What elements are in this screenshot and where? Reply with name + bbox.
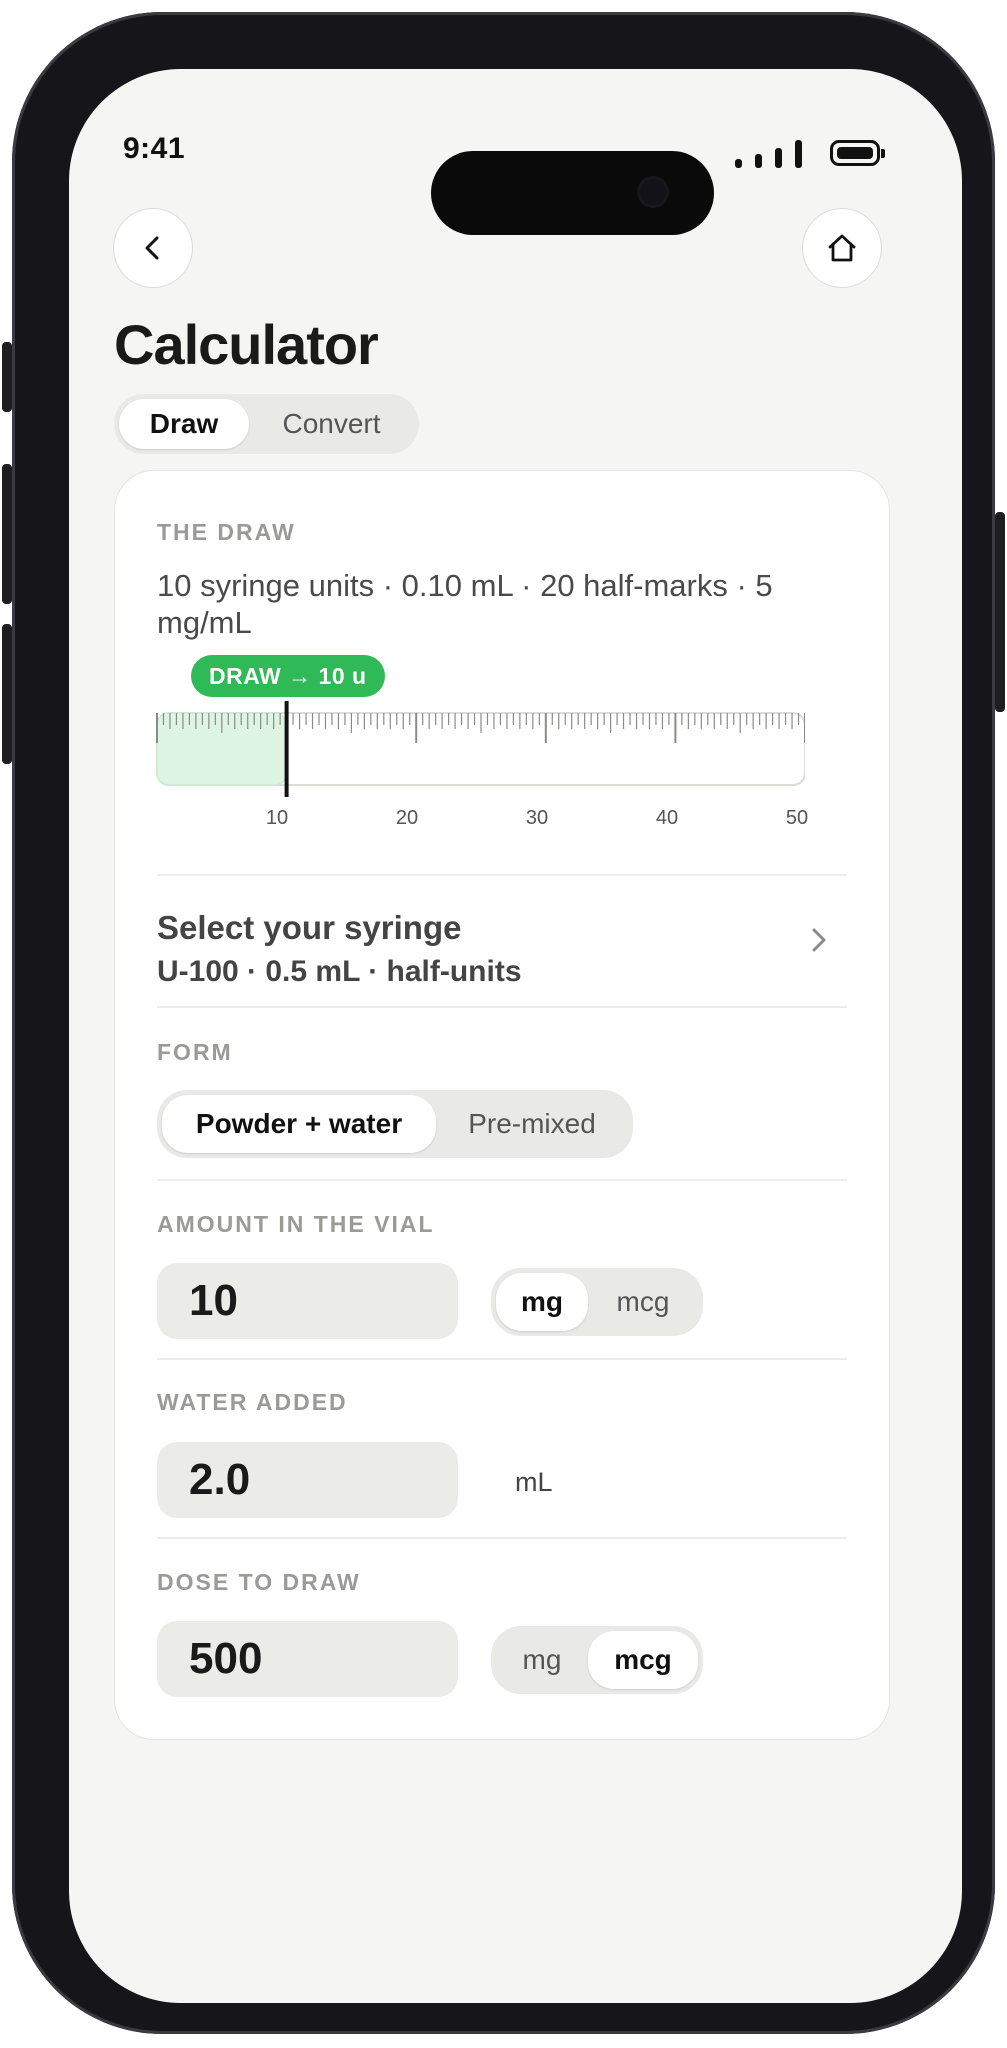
divider <box>157 1358 847 1360</box>
battery-icon <box>830 140 885 166</box>
syringe-value: U-100 · 0.5 mL · half-units <box>157 955 522 988</box>
draw-summary: 10 syringe units · 0.10 mL · 20 half-mar… <box>157 568 773 640</box>
chevron-left-icon <box>145 236 159 260</box>
vial-unit-mcg[interactable]: mcg <box>588 1273 698 1331</box>
draw-section-label: THE DRAW <box>157 519 296 545</box>
dose-unit-mg[interactable]: mg <box>496 1631 588 1689</box>
power-button <box>995 512 1005 712</box>
tick-label-20: 20 <box>395 807 419 829</box>
tab-convert[interactable]: Convert <box>249 399 414 449</box>
form-option-pre-mixed[interactable]: Pre-mixed <box>436 1095 628 1153</box>
water-unit: mL <box>515 1467 553 1497</box>
signal-icon <box>735 138 815 168</box>
dose-input[interactable]: 500 <box>157 1621 458 1697</box>
divider <box>157 1179 847 1181</box>
divider <box>157 1006 847 1008</box>
tick-label-30: 30 <box>525 807 549 829</box>
back-button[interactable] <box>113 208 193 288</box>
select-syringe-row[interactable]: Select your syringe U-100 · 0.5 mL · hal… <box>115 875 891 1005</box>
dose-unit-mcg[interactable]: mcg <box>588 1631 698 1689</box>
calculator-card: THE DRAW 10 syringe units · 0.10 mL · 20… <box>114 470 890 1740</box>
vial-unit-mg[interactable]: mg <box>496 1273 588 1331</box>
status-time: 9:41 <box>123 132 186 165</box>
vial-amount-label: AMOUNT IN THE VIAL <box>157 1211 435 1237</box>
page-title: Calculator <box>114 313 379 376</box>
volume-down-button <box>2 624 12 764</box>
water-added-input[interactable]: 2.0 <box>157 1442 458 1518</box>
draw-badge: DRAW → 10 u <box>191 655 385 697</box>
mode-tabs: Draw Convert <box>114 394 419 454</box>
silent-switch <box>2 342 12 412</box>
divider <box>157 1537 847 1539</box>
dynamic-island <box>431 151 714 235</box>
draw-marker <box>284 701 289 797</box>
tick-label-40: 40 <box>655 807 679 829</box>
dose-label: DOSE TO DRAW <box>157 1569 361 1595</box>
camera-icon <box>640 179 666 205</box>
form-toggle: Powder + water Pre-mixed <box>157 1090 633 1158</box>
dose-unit-toggle: mg mcg <box>491 1626 703 1694</box>
syringe-scale <box>156 701 805 797</box>
vial-amount-input[interactable]: 10 <box>157 1263 458 1339</box>
water-added-label: WATER ADDED <box>157 1389 348 1415</box>
home-button[interactable] <box>802 208 882 288</box>
volume-up-button <box>2 464 12 604</box>
tab-draw[interactable]: Draw <box>119 399 249 449</box>
vial-unit-toggle: mg mcg <box>491 1268 703 1336</box>
home-icon <box>828 234 856 262</box>
form-label: FORM <box>157 1039 233 1065</box>
tick-label-10: 10 <box>265 807 289 829</box>
chevron-right-icon <box>812 928 826 952</box>
form-option-powder-water[interactable]: Powder + water <box>162 1095 436 1153</box>
select-syringe-title: Select your syringe <box>157 909 462 946</box>
tick-label-50: 50 <box>785 807 809 829</box>
